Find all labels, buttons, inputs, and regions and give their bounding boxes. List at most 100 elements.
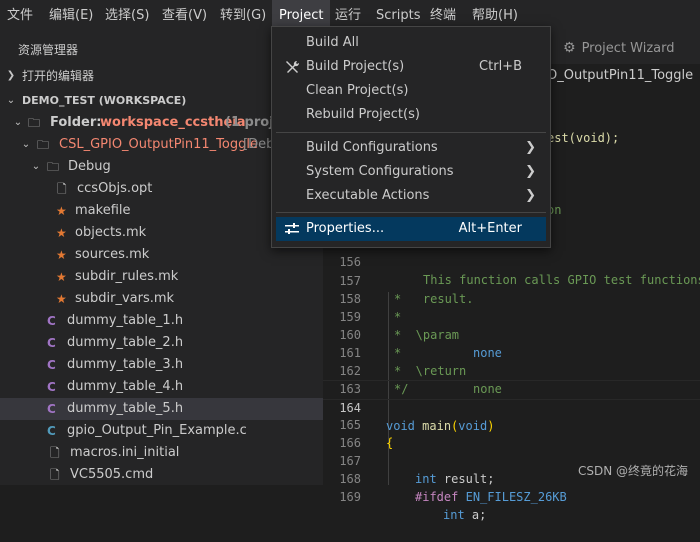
- menu-label: Clean Project(s): [306, 83, 409, 98]
- tree-file[interactable]: C dummy_table_4.h: [0, 376, 323, 398]
- c-file-icon: C: [47, 402, 56, 416]
- code-line: 165 {: [323, 398, 700, 450]
- code-line: 157 * result.: [323, 254, 700, 306]
- file-label: dummy_table_4.h: [67, 379, 184, 394]
- folder-icon: 🗀: [28, 116, 41, 130]
- code-line: 163: [323, 362, 700, 396]
- menu-file[interactable]: 文件: [7, 0, 33, 32]
- workspace-label: DEMO_TEST (WORKSPACE): [22, 94, 187, 107]
- chevron-down-icon: ⌄: [13, 117, 23, 128]
- project-dropdown-menu: Build All Build Project(s) Ctrl+B Clean …: [271, 26, 551, 248]
- menu-label: Rebuild Project(s): [306, 107, 420, 122]
- menu-separator: [276, 212, 546, 213]
- open-editors-label: 打开的编辑器: [22, 69, 95, 83]
- menu-executable-actions[interactable]: Executable Actions ❯: [276, 184, 546, 208]
- makefile-icon: ★: [56, 226, 67, 240]
- menu-goto[interactable]: 转到(G): [220, 0, 266, 32]
- menu-clean-projects[interactable]: Clean Project(s): [276, 79, 546, 103]
- makefile-icon: ★: [56, 270, 67, 284]
- makefile-icon: ★: [56, 248, 67, 262]
- tree-file[interactable]: C gpio_Output_Pin_Example.c: [0, 420, 323, 442]
- tree-file[interactable]: 🗋 VC5505.cmd: [0, 464, 323, 486]
- file-icon: 🗋: [57, 182, 67, 196]
- folder-label: Folder:: [50, 115, 102, 130]
- keyword: int: [443, 508, 465, 522]
- file-label: makefile: [75, 203, 131, 218]
- menu-build-configurations[interactable]: Build Configurations ❯: [276, 136, 546, 160]
- menu-separator: [276, 132, 546, 133]
- menu-label: Executable Actions: [306, 188, 430, 203]
- menu-label: Build Project(s): [306, 59, 405, 74]
- project-suffix: [Deb: [243, 137, 275, 152]
- code-text: a;: [471, 508, 487, 522]
- menu-selection[interactable]: 选择(S): [105, 0, 149, 32]
- tree-file[interactable]: ★ subdir_rules.mk: [0, 266, 323, 288]
- c-file-icon: C: [47, 336, 56, 350]
- tree-file[interactable]: C dummy_table_3.h: [0, 354, 323, 376]
- file-label: subdir_vars.mk: [75, 291, 175, 306]
- c-file-icon: C: [47, 424, 56, 438]
- chevron-down-icon: ⌄: [31, 161, 41, 172]
- code-text: est(void);: [547, 131, 620, 145]
- tree-file[interactable]: C dummy_table_1.h: [0, 310, 323, 332]
- menu-properties[interactable]: Properties... Alt+Enter: [276, 217, 546, 241]
- makefile-icon: ★: [56, 292, 67, 306]
- folder-icon: 🗀: [47, 160, 60, 174]
- explorer-title: 资源管理器: [18, 43, 79, 57]
- tab-label: Project Wizard: [581, 41, 675, 56]
- file-label: macros.ini_initial: [70, 445, 180, 460]
- code-line: 162 */: [323, 344, 700, 396]
- makefile-icon: ★: [56, 204, 67, 218]
- chevron-right-icon: ❯: [525, 164, 536, 179]
- file-label: dummy_table_2.h: [67, 335, 184, 350]
- settings-sliders-icon: [285, 223, 299, 234]
- tree-file[interactable]: 🗋 macros.ini_initial: [0, 442, 323, 464]
- file-label: objects.mk: [75, 225, 147, 240]
- menu-shortcut: Alt+Enter: [458, 221, 522, 236]
- breadcrumb[interactable]: O_OutputPin11_Toggle: [547, 66, 693, 86]
- code-line: 160 *: [323, 308, 700, 360]
- menu-build-all[interactable]: Build All: [276, 31, 546, 55]
- menu-label: Build All: [306, 35, 359, 50]
- file-label: VC5505.cmd: [70, 467, 154, 482]
- watermark: CSDN @终竟的花海: [578, 464, 689, 478]
- code-line: 161 * \return none: [323, 326, 700, 396]
- tree-file[interactable]: ★ subdir_vars.mk: [0, 288, 323, 310]
- wrench-screwdriver-icon: [286, 60, 300, 73]
- c-file-icon: C: [47, 380, 56, 394]
- debug-folder-label: Debug: [68, 159, 111, 174]
- chevron-down-icon: ⌄: [6, 95, 16, 106]
- tab-project-wizard[interactable]: ⚙ Project Wizard: [563, 32, 675, 64]
- chevron-right-icon: ❯: [525, 188, 536, 203]
- file-label: ccsObjs.opt: [77, 181, 153, 196]
- tree-file[interactable]: C dummy_table_2.h: [0, 332, 323, 354]
- menu-view[interactable]: 查看(V): [162, 0, 207, 32]
- file-label: sources.mk: [75, 247, 150, 262]
- menu-label: Build Configurations: [306, 140, 438, 155]
- code-line: 158 *: [323, 272, 700, 324]
- project-folder-icon: 🗀: [37, 138, 50, 152]
- code-text: #ifdef EN_FILESZ_26KB: [415, 488, 567, 506]
- file-icon: 🗋: [50, 446, 60, 460]
- file-icon: 🗋: [50, 468, 60, 482]
- code-line: 159 * \param none: [323, 290, 700, 360]
- menu-edit[interactable]: 编辑(E): [49, 0, 93, 32]
- file-label: subdir_rules.mk: [75, 269, 179, 284]
- code-line-current: 164 void main(void): [323, 380, 700, 433]
- menu-system-configurations[interactable]: System Configurations ❯: [276, 160, 546, 184]
- code-line: 166: [323, 416, 700, 450]
- menu-label: Properties...: [306, 221, 385, 236]
- preprocessor: #ifdef: [415, 490, 459, 504]
- folder-name: workspace_ccstheia: [100, 115, 246, 130]
- file-label: dummy_table_1.h: [67, 313, 184, 328]
- file-label: gpio_Output_Pin_Example.c: [67, 423, 247, 438]
- menu-build-projects[interactable]: Build Project(s) Ctrl+B: [276, 55, 546, 79]
- tree-file-selected[interactable]: C dummy_table_5.h: [0, 398, 323, 420]
- menu-label: System Configurations: [306, 164, 454, 179]
- menu-rebuild-projects[interactable]: Rebuild Project(s): [276, 103, 546, 127]
- menu-shortcut: Ctrl+B: [479, 59, 522, 74]
- line-number: 169: [339, 490, 361, 504]
- project-name: CSL_GPIO_OutputPin11_Toggle: [59, 137, 258, 152]
- code-text: int a;: [443, 506, 486, 524]
- c-file-icon: C: [47, 358, 56, 372]
